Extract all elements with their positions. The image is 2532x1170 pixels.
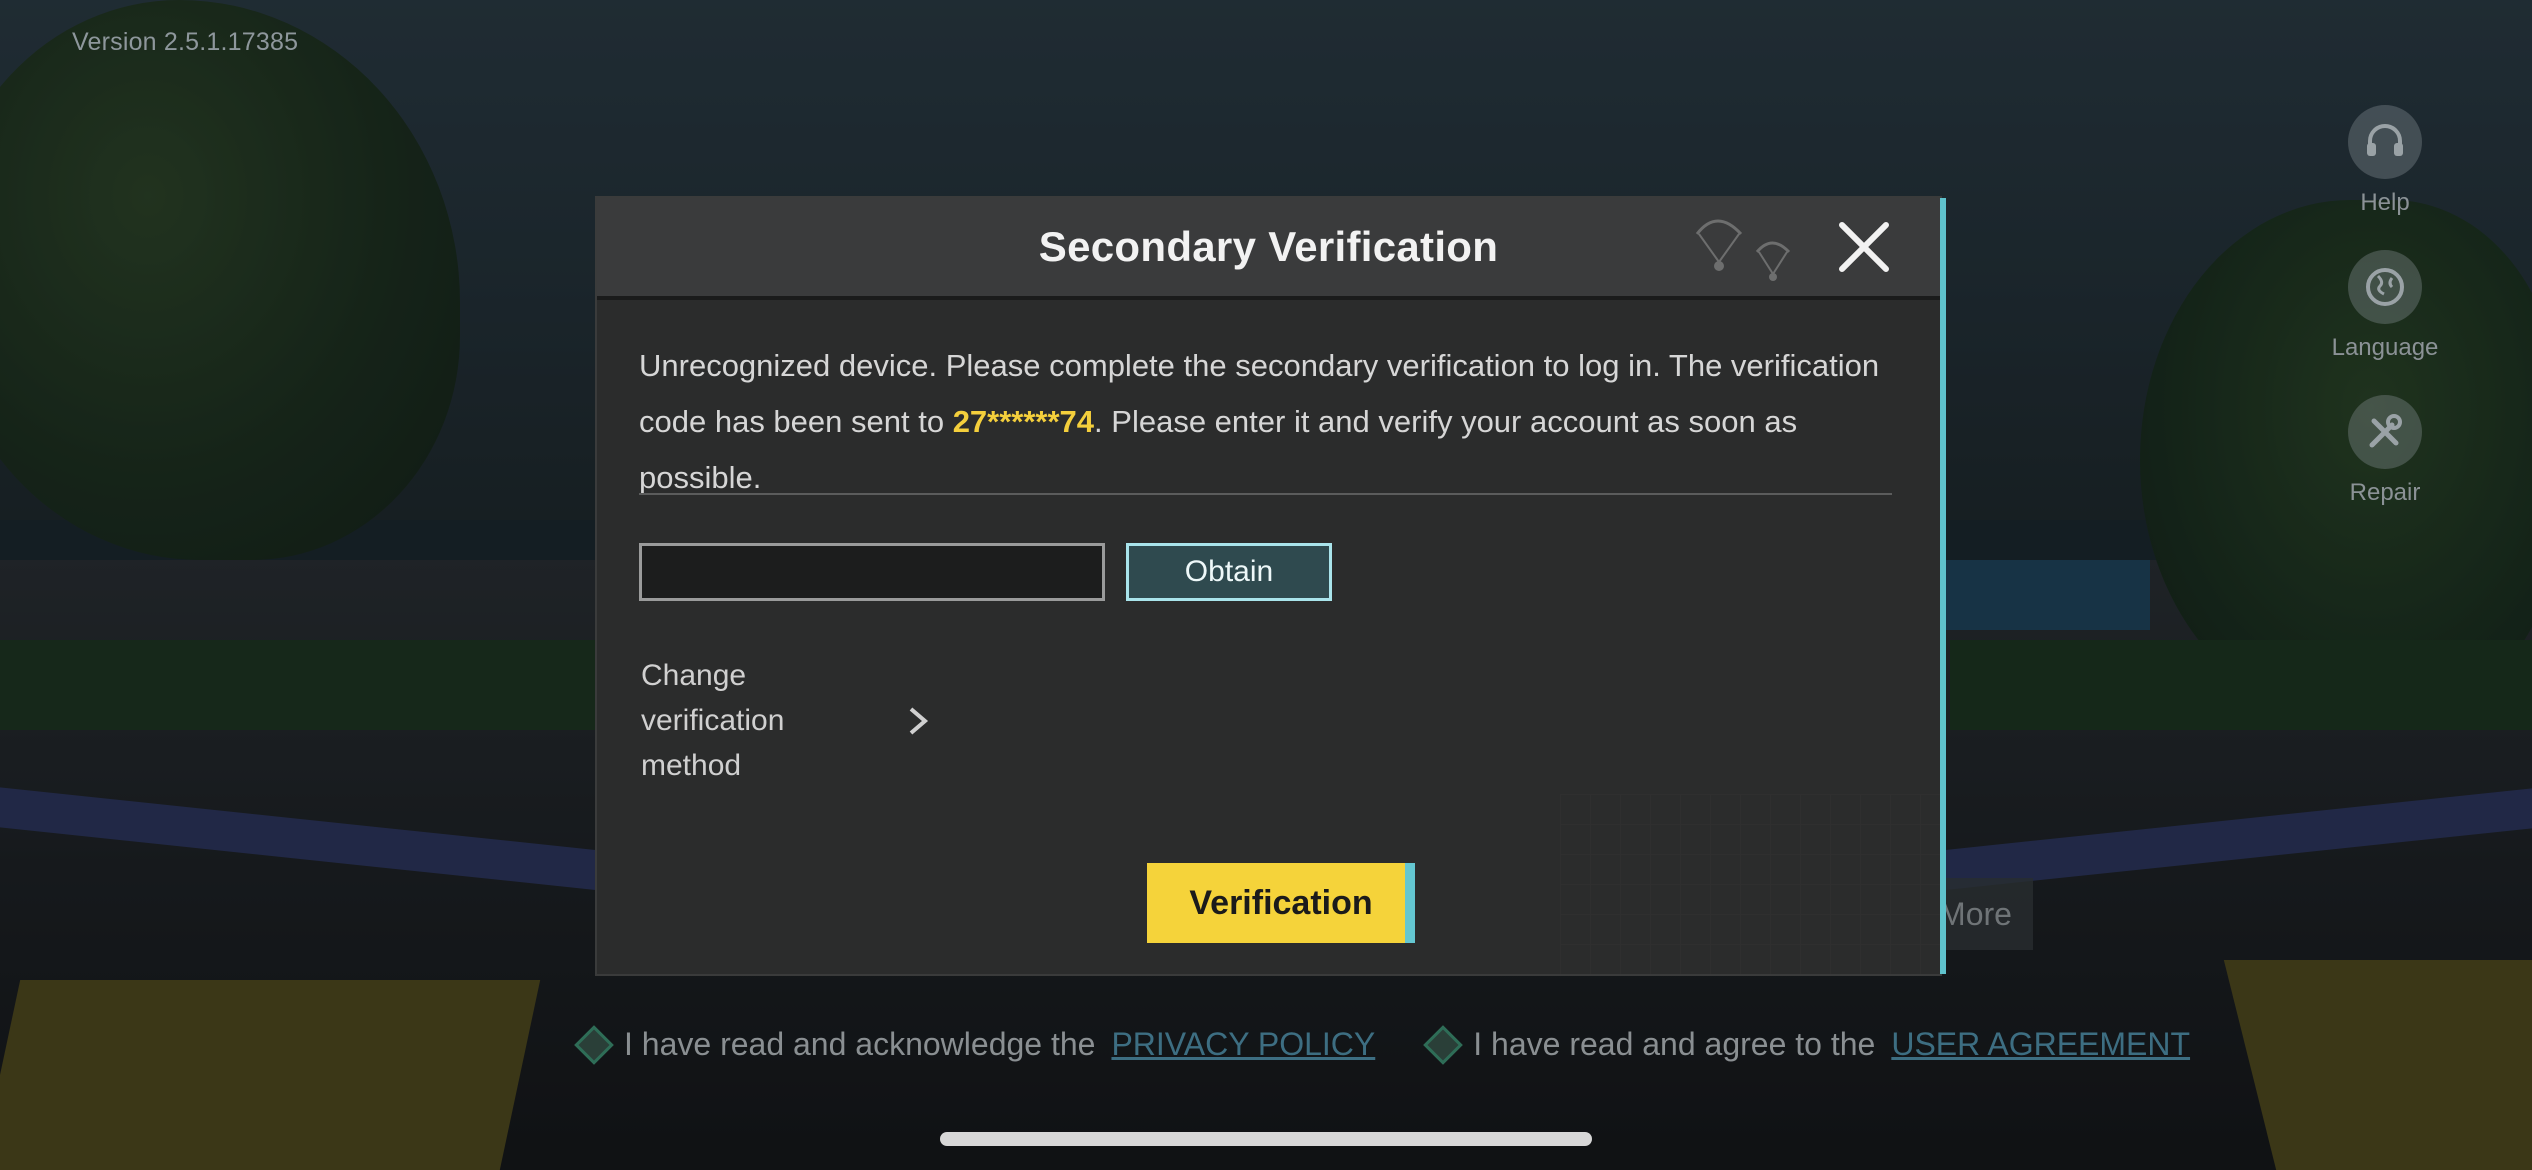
repair-button[interactable]: Repair bbox=[2330, 395, 2440, 540]
language-button[interactable]: Language bbox=[2330, 250, 2440, 395]
user-agreement-checkbox-icon[interactable] bbox=[1423, 1024, 1464, 1065]
close-icon bbox=[1839, 222, 1889, 272]
masked-phone-number: 27******74 bbox=[952, 404, 1095, 439]
change-verification-method-link[interactable]: Change verification method bbox=[641, 653, 941, 788]
agreements-bar: I have read and acknowledge the PRIVACY … bbox=[574, 1024, 2190, 1065]
help-button[interactable]: Help bbox=[2330, 105, 2440, 250]
privacy-checkbox-icon[interactable] bbox=[574, 1024, 614, 1065]
close-button[interactable] bbox=[1833, 216, 1895, 278]
privacy-text: I have read and acknowledge the bbox=[624, 1026, 1096, 1062]
secondary-verification-dialog: Secondary Verification Unrecognized devi… bbox=[597, 198, 1946, 974]
verification-button[interactable]: Verification bbox=[1147, 863, 1415, 943]
help-label: Help bbox=[2360, 189, 2410, 216]
verification-message: Unrecognized device. Please complete the… bbox=[639, 338, 1899, 506]
headset-icon bbox=[2348, 105, 2422, 179]
verification-code-input[interactable] bbox=[639, 543, 1105, 601]
version-label: Version 2.5.1.17385 bbox=[72, 28, 299, 56]
home-indicator[interactable] bbox=[940, 1132, 1592, 1146]
obtain-code-button[interactable]: Obtain bbox=[1126, 543, 1332, 601]
user-agreement-link[interactable]: USER AGREEMENT bbox=[1891, 1026, 2190, 1063]
change-method-label: Change verification method bbox=[641, 659, 785, 782]
privacy-policy-link[interactable]: PRIVACY POLICY bbox=[1111, 1026, 1375, 1063]
globe-icon bbox=[2348, 250, 2422, 324]
repair-label: Repair bbox=[2349, 479, 2421, 506]
dialog-accent-stripe bbox=[1940, 198, 1946, 974]
language-label: Language bbox=[2331, 334, 2439, 361]
chevron-right-icon bbox=[909, 706, 929, 735]
wrench-icon bbox=[2348, 395, 2422, 469]
parachute-icon bbox=[1695, 219, 1791, 281]
divider bbox=[639, 493, 1892, 495]
dialog-grid-decoration bbox=[1560, 794, 1940, 974]
side-tools: Help Language Repair bbox=[2330, 105, 2440, 540]
user-agreement-text: I have read and agree to the bbox=[1473, 1026, 1876, 1062]
dialog-header: Secondary Verification bbox=[597, 198, 1940, 300]
